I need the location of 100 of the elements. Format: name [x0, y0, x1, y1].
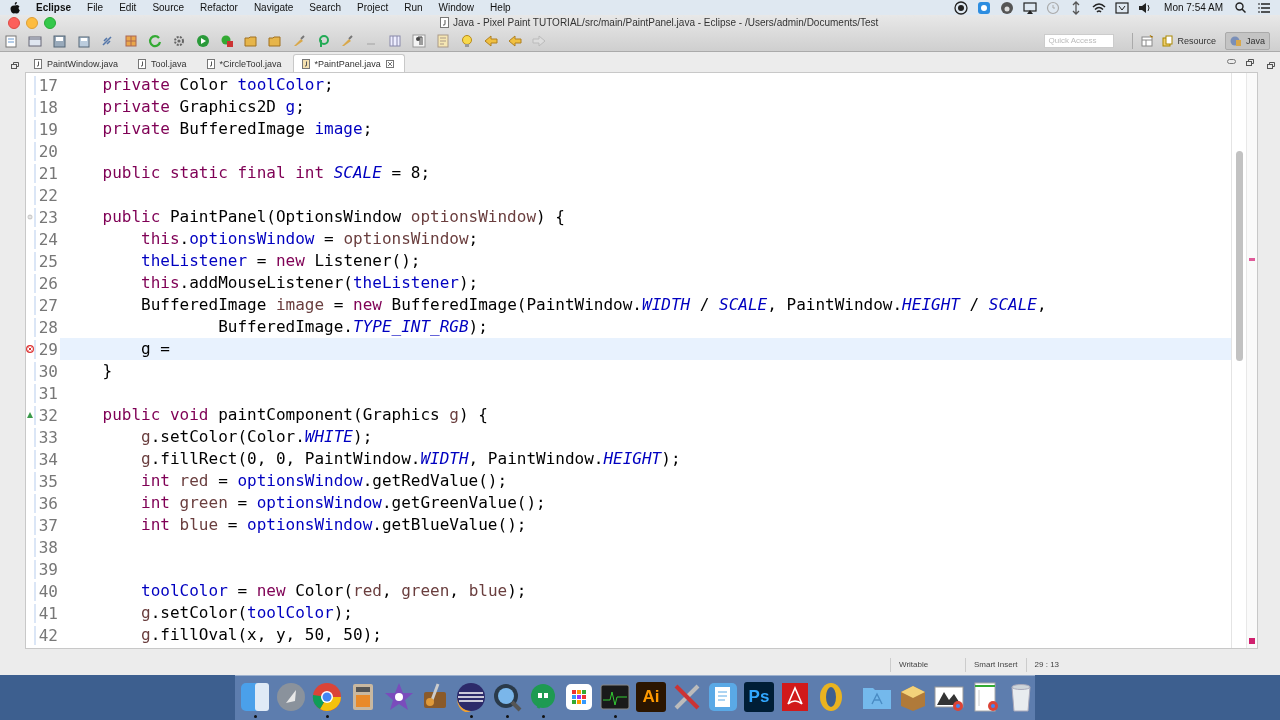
line-number: 35 — [34, 471, 60, 491]
wifi-icon[interactable] — [1092, 0, 1107, 15]
line-number: 26 — [34, 273, 60, 293]
keyboard-icon[interactable] — [1115, 0, 1130, 15]
code-line: int blue = optionsWindow.getBlueValue(); — [140, 514, 528, 536]
status-field: 29 : 13 — [1025, 658, 1068, 672]
apple-icon — [10, 1, 20, 14]
menu-item[interactable]: Window — [430, 2, 483, 13]
app-icon[interactable]: Ps — [744, 682, 774, 712]
line-number: 36 — [34, 493, 60, 513]
app-icon[interactable]: Ai — [636, 682, 666, 712]
floppy-icon[interactable] — [52, 33, 66, 48]
open-perspective-icon[interactable] — [1141, 34, 1154, 47]
line-number: 38 — [34, 537, 60, 557]
record-icon[interactable] — [954, 0, 969, 15]
left-arrow-icon[interactable] — [508, 33, 522, 48]
brush-icon[interactable] — [292, 33, 306, 48]
line-number: 33 — [34, 427, 60, 447]
folder-icon[interactable] — [244, 33, 258, 48]
minimize-icon[interactable] — [1227, 59, 1236, 64]
play-icon[interactable] — [196, 33, 210, 48]
notepad-icon[interactable] — [708, 682, 738, 712]
brush-icon[interactable] — [340, 33, 354, 48]
search-icon[interactable] — [1235, 2, 1246, 13]
star-icon[interactable] — [384, 682, 414, 712]
speaker-icon[interactable] — [1138, 0, 1153, 15]
restore-icon[interactable] — [1267, 62, 1275, 69]
code-line: this.optionsWindow = optionsWindow; — [140, 228, 480, 250]
window-icon[interactable] — [28, 33, 42, 48]
menu-item[interactable]: Refactor — [192, 2, 246, 13]
grid-icon[interactable] — [124, 33, 138, 48]
new-file-icon[interactable] — [4, 33, 18, 48]
monitor-icon[interactable] — [600, 682, 630, 712]
java-file-icon — [206, 58, 215, 69]
code-line: BufferedImage image = new BufferedImage(PaintWindow.WIDTH / SCALE, PaintWindow.HEIGHT / SCALE, — [140, 294, 1048, 316]
floppy-icon[interactable] — [76, 33, 90, 48]
clock[interactable]: Mon 7:54 AM — [1164, 2, 1223, 13]
close-button[interactable] — [8, 16, 20, 29]
quick-access-field[interactable]: Quick Access — [1044, 33, 1115, 48]
code-line: toolColor = new Color(red, green, blue); — [140, 580, 528, 602]
bug-icon[interactable] — [220, 33, 234, 48]
line-number: 37 — [34, 515, 60, 535]
editor-tab[interactable]: *PaintPanel.java — [292, 54, 405, 72]
close-icon[interactable] — [385, 59, 394, 68]
gear-icon[interactable] — [172, 33, 186, 48]
line-number: 19 — [34, 119, 60, 139]
perspective-button[interactable]: Java — [1225, 31, 1270, 50]
menu-item[interactable]: Run — [396, 2, 431, 13]
menu-item[interactable]: Search — [301, 2, 350, 13]
menu-item[interactable]: Help — [482, 2, 519, 13]
editor-tab[interactable]: Tool.java — [129, 54, 198, 72]
folder-icon[interactable] — [268, 33, 282, 48]
code-line: public static final int SCALE = 8; — [101, 162, 432, 184]
restore-icon[interactable] — [10, 62, 19, 69]
line-number: 27 — [34, 295, 60, 315]
scrollbar-thumb[interactable] — [1235, 151, 1243, 361]
menu-item[interactable]: Project — [349, 2, 397, 13]
code-line: theListener = new Listener(); — [140, 250, 422, 272]
menu-item[interactable]: File — [79, 2, 112, 13]
java-file-icon — [138, 58, 147, 69]
triangle-icon — [26, 411, 34, 419]
airplay-icon[interactable] — [1023, 0, 1038, 15]
planet-icon[interactable] — [456, 682, 486, 712]
circle-b-icon[interactable] — [1000, 0, 1015, 15]
line-number: 18 — [34, 97, 60, 117]
minimize-button[interactable] — [26, 16, 38, 29]
line-number: 39 — [34, 559, 60, 579]
grid-icon[interactable] — [564, 682, 594, 712]
columns-icon[interactable] — [388, 33, 402, 48]
link-icon[interactable] — [100, 33, 114, 48]
left-arrow-icon[interactable] — [484, 33, 498, 48]
restore-icon[interactable] — [1246, 59, 1254, 66]
pdf-icon[interactable] — [780, 682, 810, 712]
menu-item[interactable]: Source — [144, 2, 193, 13]
code-line: this.addMouseListener(theListener); — [140, 272, 480, 294]
menu-item[interactable]: Navigate — [245, 2, 302, 13]
zoom-button[interactable] — [44, 16, 56, 29]
line-number: 20 — [34, 141, 60, 161]
line-number: 25 — [34, 251, 60, 271]
browser-icon[interactable] — [312, 682, 342, 712]
letter-p-icon[interactable] — [316, 33, 330, 48]
clock-icon[interactable] — [1046, 0, 1061, 15]
menu-icon[interactable] — [1258, 2, 1270, 13]
code-line: g.fillRect(0, 0, PaintWindow.WIDTH, PaintWindow.HEIGHT); — [140, 448, 682, 470]
square-icon[interactable] — [977, 0, 992, 15]
magnifier-icon[interactable] — [492, 682, 522, 712]
line-number: 40 — [34, 581, 60, 601]
app-menu[interactable]: Eclipse — [28, 2, 80, 13]
bulb-icon[interactable] — [460, 33, 474, 48]
rocket-icon[interactable] — [276, 682, 306, 712]
pilcrow-icon[interactable] — [412, 33, 426, 48]
editor-tab[interactable]: *CircleTool.java — [197, 54, 293, 72]
code-line: g.fillOval(x, y, 50, 50); — [140, 624, 383, 646]
menu-item[interactable]: Edit — [111, 2, 145, 13]
editor-tab[interactable]: PaintWindow.java — [25, 54, 130, 72]
code-line: private Graphics2D g; — [101, 96, 306, 118]
perspective-button[interactable]: Resource — [1157, 31, 1221, 50]
java-file-icon — [34, 58, 42, 69]
line-number: 23 — [34, 207, 60, 227]
code-line: private Color toolColor; — [101, 74, 335, 96]
